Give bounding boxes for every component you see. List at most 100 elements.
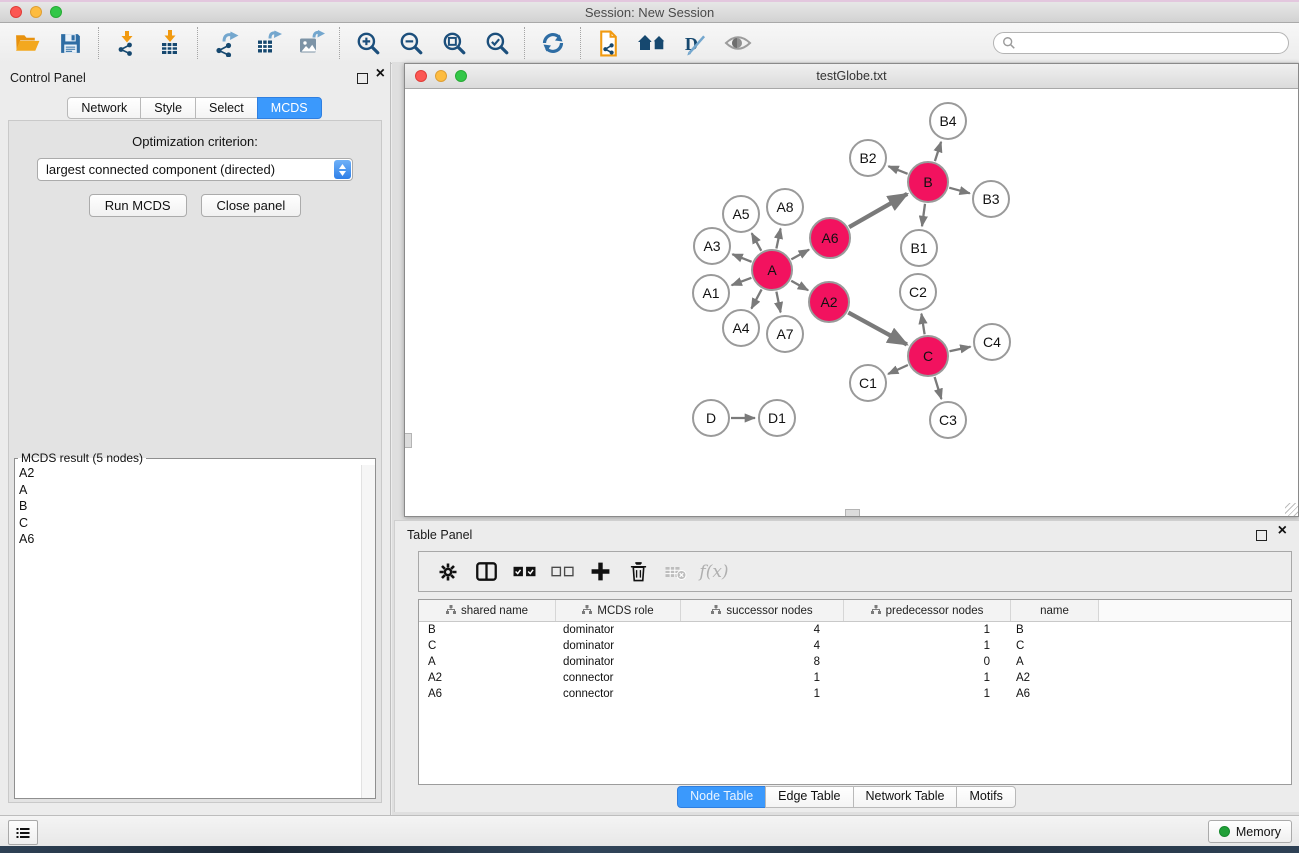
memory-button[interactable]: Memory [1208, 820, 1292, 843]
graph-edge-A-A7[interactable] [776, 292, 780, 313]
column-header-predecessor-nodes[interactable]: predecessor nodes [844, 600, 1011, 621]
tab-mcds[interactable]: MCDS [257, 97, 322, 119]
graph-edge-C-C4[interactable] [950, 347, 971, 352]
graph-edge-A-A6[interactable] [791, 250, 809, 260]
graph-edge-B-B3[interactable] [949, 188, 970, 194]
minimize-window-icon[interactable] [30, 6, 42, 18]
duplicate-network-icon[interactable] [587, 25, 630, 61]
graph-node-A2[interactable]: A2 [808, 281, 850, 323]
graph-edge-B-B4[interactable] [935, 142, 941, 161]
minimize-window-icon[interactable] [435, 70, 447, 82]
export-image-icon[interactable] [290, 25, 333, 61]
result-list-item[interactable]: C [15, 515, 375, 532]
result-list-item[interactable]: A6 [15, 531, 375, 548]
graph-edge-A-A2[interactable] [791, 281, 808, 291]
table-row[interactable]: A6connector11A6 [419, 686, 1291, 702]
export-table-icon[interactable] [247, 25, 290, 61]
zoom-in-icon[interactable] [346, 25, 389, 61]
graph-node-A1[interactable]: A1 [692, 274, 730, 312]
gear-icon[interactable] [429, 562, 467, 582]
result-scrollbar[interactable] [361, 465, 375, 798]
column-header-MCDS-role[interactable]: MCDS role [556, 600, 681, 621]
tab-edge-table[interactable]: Edge Table [765, 786, 853, 808]
close-window-icon[interactable] [10, 6, 22, 18]
refresh-icon[interactable] [531, 25, 574, 61]
open-folder-icon[interactable] [6, 25, 49, 61]
homes-icon[interactable] [630, 25, 673, 61]
tab-node-table[interactable]: Node Table [677, 786, 766, 808]
close-panel-icon[interactable]: × [1278, 523, 1287, 539]
zoom-window-icon[interactable] [455, 70, 467, 82]
graph-edge-A-A4[interactable] [751, 289, 761, 308]
result-list-item[interactable]: A2 [15, 465, 375, 482]
graph-node-A[interactable]: A [751, 249, 793, 291]
zoom-fit-icon[interactable] [432, 25, 475, 61]
graph-node-B3[interactable]: B3 [972, 180, 1010, 218]
import-network-icon[interactable] [105, 25, 148, 61]
table-row[interactable]: Cdominator41C [419, 638, 1291, 654]
search-input[interactable] [1021, 33, 1288, 53]
tab-style[interactable]: Style [140, 97, 196, 119]
graph-edge-A-A1[interactable] [732, 278, 752, 285]
horizontal-scroll-indicator[interactable] [845, 509, 860, 516]
zoom-window-icon[interactable] [50, 6, 62, 18]
float-panel-icon[interactable] [357, 73, 368, 84]
export-network-icon[interactable] [204, 25, 247, 61]
save-icon[interactable] [49, 25, 92, 61]
graph-node-C3[interactable]: C3 [929, 401, 967, 439]
graph-edge-B-B1[interactable] [922, 204, 925, 226]
graph-node-C1[interactable]: C1 [849, 364, 887, 402]
result-list-item[interactable]: A [15, 482, 375, 499]
add-icon[interactable] [581, 561, 619, 582]
deselect-all-icon[interactable] [543, 566, 581, 577]
close-panel-icon[interactable]: × [376, 66, 385, 82]
tab-motifs[interactable]: Motifs [956, 786, 1015, 808]
column-header-shared-name[interactable]: shared name [419, 600, 556, 621]
graph-node-C4[interactable]: C4 [973, 323, 1011, 361]
graph-edge-C-C2[interactable] [921, 314, 924, 335]
graph-edge-A-A5[interactable] [752, 233, 762, 251]
import-table-icon[interactable] [148, 25, 191, 61]
graph-edge-C-C3[interactable] [935, 377, 942, 399]
optimization-dropdown[interactable]: largest connected component (directed) [37, 158, 353, 181]
graph-node-D1[interactable]: D1 [758, 399, 796, 437]
graph-node-C[interactable]: C [907, 335, 949, 377]
columns-icon[interactable] [467, 562, 505, 581]
table-row[interactable]: Adominator80A [419, 654, 1291, 670]
tab-network-table[interactable]: Network Table [853, 786, 958, 808]
network-canvas[interactable]: B4B2BB3A8A5A6A3B1AA1C2A2A4A7C4CC1C3DD1 [405, 89, 1298, 516]
node-table[interactable]: shared nameMCDS rolesuccessor nodesprede… [418, 599, 1292, 785]
graph-edge-A6-B[interactable] [849, 194, 907, 227]
close-window-icon[interactable] [415, 70, 427, 82]
graph-edge-C-C1[interactable] [888, 365, 908, 374]
close-panel-button[interactable]: Close panel [201, 194, 302, 217]
graph-node-D[interactable]: D [692, 399, 730, 437]
delete-table-icon[interactable] [657, 564, 695, 580]
search-box[interactable] [993, 32, 1289, 54]
eye-icon[interactable] [716, 25, 759, 61]
result-list-item[interactable]: B [15, 498, 375, 515]
task-history-button[interactable] [8, 820, 38, 845]
graph-node-A6[interactable]: A6 [809, 217, 851, 259]
tab-select[interactable]: Select [195, 97, 258, 119]
graph-node-A7[interactable]: A7 [766, 315, 804, 353]
graph-node-A5[interactable]: A5 [722, 195, 760, 233]
graph-edge-A2-C[interactable] [848, 313, 907, 345]
resize-grip[interactable] [1285, 503, 1298, 516]
table-row[interactable]: A2connector11A2 [419, 670, 1291, 686]
run-mcds-button[interactable]: Run MCDS [89, 194, 187, 217]
graph-node-A8[interactable]: A8 [766, 188, 804, 226]
graph-edge-A-A3[interactable] [732, 254, 751, 262]
graph-node-B4[interactable]: B4 [929, 102, 967, 140]
select-all-icon[interactable] [505, 566, 543, 577]
column-header-name[interactable]: name [1011, 600, 1099, 621]
zoom-out-icon[interactable] [389, 25, 432, 61]
vertical-scroll-indicator[interactable] [405, 433, 412, 448]
delete-icon[interactable] [619, 561, 657, 582]
graph-node-A4[interactable]: A4 [722, 309, 760, 347]
table-row[interactable]: Bdominator41B [419, 622, 1291, 638]
zoom-selected-icon[interactable] [475, 25, 518, 61]
function-builder-icon[interactable]: f(x) [695, 562, 733, 582]
graph-node-A3[interactable]: A3 [693, 227, 731, 265]
float-panel-icon[interactable] [1256, 530, 1267, 541]
